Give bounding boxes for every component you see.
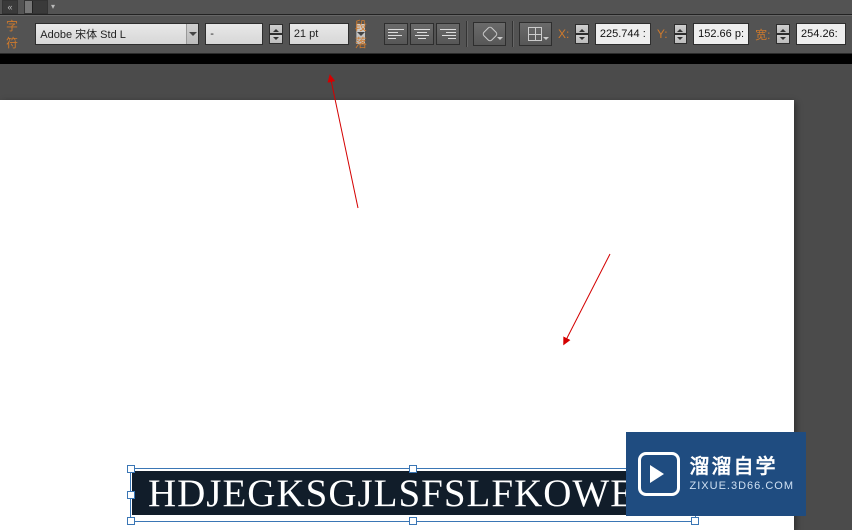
handle-top-left[interactable] [127,465,135,473]
spin-down-icon[interactable] [674,34,688,44]
x-value-input[interactable]: 225.744 : [595,23,651,45]
w-spinner[interactable] [776,24,790,44]
font-family-input[interactable] [36,24,186,44]
collapse-chevron-icon[interactable]: « [2,0,18,14]
chevron-down-icon [543,37,549,43]
spin-up-icon[interactable] [674,24,688,34]
chain-transform-button[interactable] [473,22,506,46]
watermark-subtitle: ZIXUE.3D66.COM [690,480,794,494]
align-right-button[interactable] [436,23,460,45]
paragraph-label: 段落 [355,17,378,51]
spin-up-icon[interactable] [269,24,283,34]
reference-point-button[interactable] [519,22,552,46]
width-label: 宽: [755,26,770,43]
align-group [384,23,460,45]
font-family-combo[interactable] [35,23,199,45]
selection-bounding-box[interactable] [130,468,696,522]
font-style-combo[interactable] [205,23,263,45]
align-center-button[interactable] [410,23,434,45]
align-left-button[interactable] [384,23,408,45]
font-size-spinner[interactable] [269,24,283,44]
text-options-bar: 字符 段落 X: 225.744 : Y: 152.66 p: 宽: [0,15,852,54]
panel-layout-icon[interactable] [24,0,48,14]
chevron-down-icon [497,37,503,43]
y-spinner[interactable] [674,24,688,44]
font-size-combo[interactable] [289,23,349,45]
spin-down-icon[interactable] [575,34,589,44]
font-family-drop-icon[interactable] [186,24,198,44]
watermark-title: 溜溜自学 [690,455,794,480]
w-value-input[interactable]: 254.26: [796,23,846,45]
play-icon [638,452,680,496]
handle-bottom-mid[interactable] [409,517,417,525]
separator [512,21,513,47]
handle-bottom-left[interactable] [127,517,135,525]
spin-up-icon[interactable] [575,24,589,34]
window-tab-strip: « ▾ [0,0,852,15]
x-spinner[interactable] [575,24,589,44]
spin-down-icon[interactable] [269,34,283,44]
y-value-input[interactable]: 152.66 p: [693,23,749,45]
separator [466,21,467,47]
x-label: X: [558,27,569,41]
spin-up-icon[interactable] [776,24,790,34]
dropdown-chevron-icon[interactable]: ▾ [48,0,58,12]
y-label: Y: [657,27,668,41]
watermark-badge: 溜溜自学 ZIXUE.3D66.COM [626,432,806,516]
character-label: 字符 [6,17,29,51]
handle-mid-left[interactable] [127,491,135,499]
spin-down-icon[interactable] [776,34,790,44]
handle-bottom-right[interactable] [691,517,699,525]
handle-top-mid[interactable] [409,465,417,473]
grid-icon [528,27,542,41]
